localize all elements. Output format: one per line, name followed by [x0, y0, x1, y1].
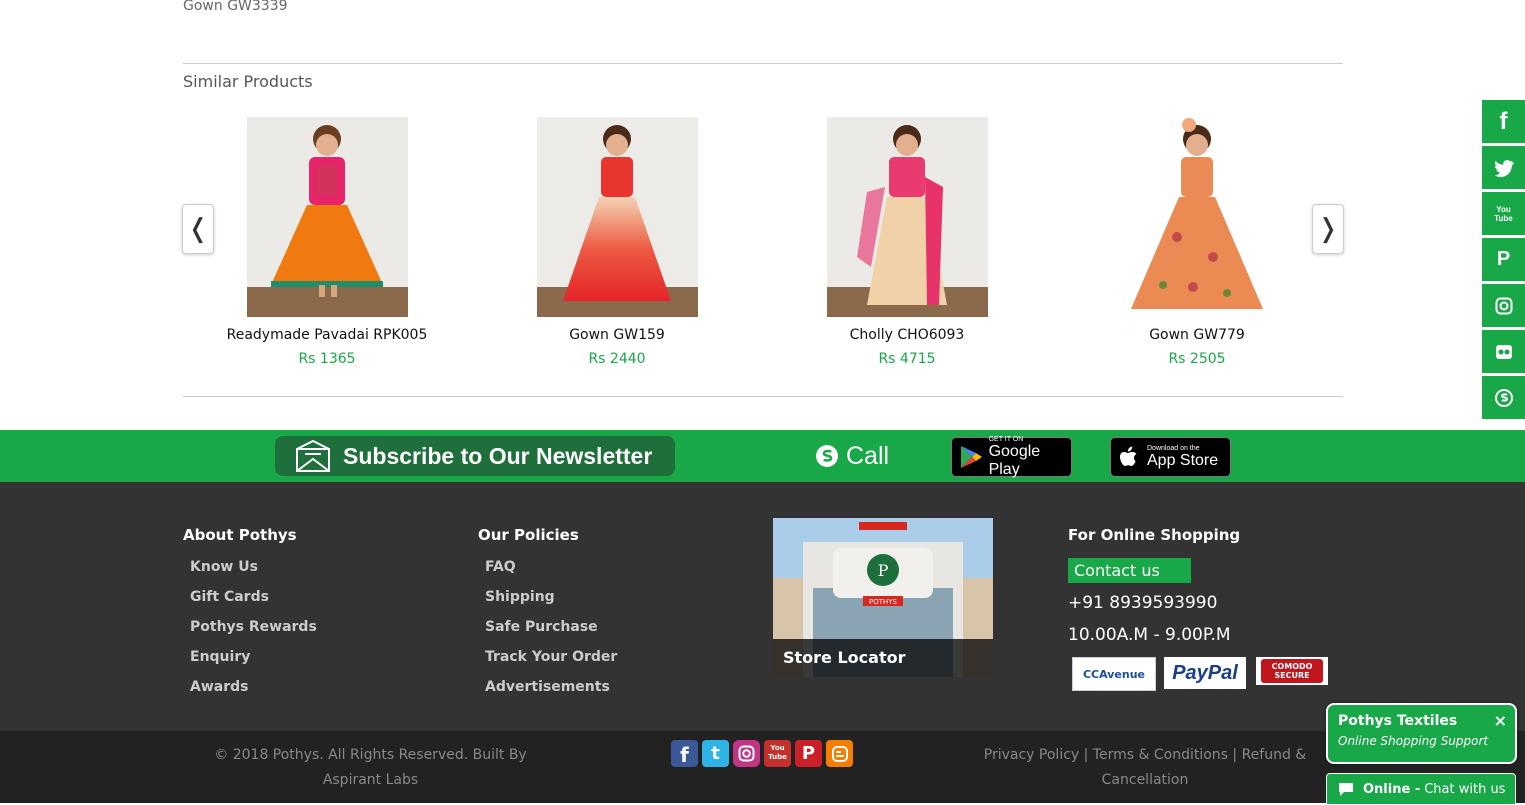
- product-card[interactable]: Readymade Pavadai RPK005 Rs 1365: [207, 117, 447, 367]
- footer-link-gift-cards[interactable]: Gift Cards: [190, 589, 269, 605]
- instagram-icon[interactable]: [733, 740, 760, 767]
- facebook-icon[interactable]: f: [1482, 100, 1525, 143]
- chevron-left-icon: ❬: [187, 214, 209, 244]
- store-locator-card[interactable]: P POTHYS Store Locator: [773, 518, 993, 677]
- divider: [183, 63, 1343, 64]
- product-price: Rs 1365: [298, 351, 356, 367]
- footer-link-safe-purchase[interactable]: Safe Purchase: [485, 619, 598, 635]
- skype-call-button[interactable]: Call: [814, 440, 889, 472]
- footer-link-track-order[interactable]: Track Your Order: [485, 649, 617, 665]
- skype-icon: [816, 445, 838, 467]
- social-sidebar: f You Tube P: [1482, 100, 1525, 422]
- pinterest-icon[interactable]: P: [1482, 238, 1525, 281]
- envelope-icon: [296, 439, 330, 472]
- blogger-icon[interactable]: [826, 740, 853, 767]
- svg-text:P: P: [878, 561, 889, 580]
- copyright-text: © 2018 Pothys. All Rights Reserved. Buil…: [214, 747, 527, 788]
- google-play-icon: [961, 446, 982, 468]
- comodo-secure-badge: COMODO SECURE: [1256, 657, 1328, 685]
- opening-hours: 10.00A.M - 9.00P.M: [1068, 625, 1231, 645]
- product-image[interactable]: [1116, 117, 1278, 317]
- chat-bubble-icon: [1339, 783, 1353, 796]
- chat-company-name: Pothys Textiles: [1338, 713, 1458, 729]
- phone-number: +91 8939593990: [1068, 593, 1218, 613]
- chevron-right-icon: ❭: [1317, 214, 1339, 244]
- product-image[interactable]: [536, 117, 698, 317]
- product-price: Rs 2505: [1168, 351, 1226, 367]
- app-store-big: App Store: [1147, 451, 1219, 469]
- product-price: Rs 4715: [878, 351, 936, 367]
- product-name[interactable]: Gown GW779: [1077, 327, 1317, 343]
- footer-link-shipping[interactable]: Shipping: [485, 589, 555, 605]
- footer-link-enquiry[interactable]: Enquiry: [190, 649, 250, 665]
- product-image[interactable]: [826, 117, 988, 317]
- skype-icon[interactable]: [1482, 376, 1525, 419]
- chat-action: Chat with us: [1424, 781, 1506, 797]
- footer-link-know-us[interactable]: Know Us: [190, 559, 258, 575]
- svg-text:POTHYS: POTHYS: [869, 598, 898, 606]
- google-play-badge[interactable]: GET IT ON Google Play: [951, 435, 1072, 478]
- footer-link-faq[interactable]: FAQ: [485, 559, 516, 575]
- product-card[interactable]: Gown GW779 Rs 2505: [1077, 117, 1317, 367]
- apple-icon: [1120, 446, 1137, 466]
- google-play-big: Google Play: [988, 442, 1041, 478]
- product-card[interactable]: Gown GW159 Rs 2440: [497, 117, 737, 367]
- flickr-icon[interactable]: [1482, 330, 1525, 373]
- footer-policies-title: Our Policies: [478, 526, 579, 544]
- product-card[interactable]: Cholly CHO6093 Rs 4715: [787, 117, 1027, 367]
- footer-link-pothys-rewards[interactable]: Pothys Rewards: [190, 619, 317, 635]
- footer-link-advertisements[interactable]: Advertisements: [485, 679, 610, 695]
- similar-products-heading: Similar Products: [183, 72, 313, 91]
- policy-links[interactable]: Privacy Policy | Terms & Conditions | Re…: [980, 743, 1310, 793]
- pinterest-icon[interactable]: P: [795, 740, 822, 767]
- footer-link-awards[interactable]: Awards: [190, 679, 248, 695]
- store-locator-label: Store Locator: [783, 648, 906, 667]
- chat-close-icon[interactable]: ×: [1494, 711, 1507, 730]
- divider: [183, 396, 1343, 397]
- instagram-icon[interactable]: [1482, 284, 1525, 327]
- product-name[interactable]: Gown GW159: [497, 327, 737, 343]
- facebook-icon[interactable]: f: [671, 740, 698, 767]
- app-store-small: Download on the: [1147, 444, 1200, 452]
- product-title: Gown GW3339: [183, 0, 288, 14]
- chat-support-popup[interactable]: Pothys Textiles Online Shopping Support …: [1326, 703, 1517, 764]
- twitter-icon[interactable]: t: [702, 740, 729, 767]
- chat-status: Online -: [1363, 781, 1421, 797]
- ccavenue-badge: CCAvenue: [1072, 657, 1156, 691]
- product-price: Rs 2440: [588, 351, 646, 367]
- youtube-icon[interactable]: You Tube: [1482, 192, 1525, 235]
- promo-band: [0, 430, 1525, 482]
- youtube-icon[interactable]: You Tube: [764, 740, 791, 767]
- footer-about-title: About Pothys: [183, 526, 297, 544]
- product-name[interactable]: Cholly CHO6093: [787, 327, 1027, 343]
- google-play-small: GET IT ON: [988, 435, 1024, 443]
- product-name[interactable]: Readymade Pavadai RPK005: [207, 327, 447, 343]
- chat-subtitle: Online Shopping Support: [1338, 734, 1489, 748]
- contact-us-button[interactable]: Contact us: [1068, 558, 1191, 583]
- chat-with-us-bar[interactable]: Online - Chat with us: [1326, 773, 1516, 805]
- social-footer-icons: f t You Tube P: [671, 740, 853, 767]
- call-label: Call: [846, 441, 890, 470]
- paypal-badge: PayPal: [1164, 657, 1246, 689]
- twitter-icon[interactable]: [1482, 146, 1525, 189]
- newsletter-subscribe-button[interactable]: Subscribe to Our Newsletter: [275, 436, 675, 476]
- app-store-badge[interactable]: Download on the App Store: [1110, 437, 1231, 477]
- product-image[interactable]: [246, 117, 408, 317]
- footer-online-title: For Online Shopping: [1068, 526, 1241, 544]
- newsletter-label: Subscribe to Our Newsletter: [343, 442, 653, 469]
